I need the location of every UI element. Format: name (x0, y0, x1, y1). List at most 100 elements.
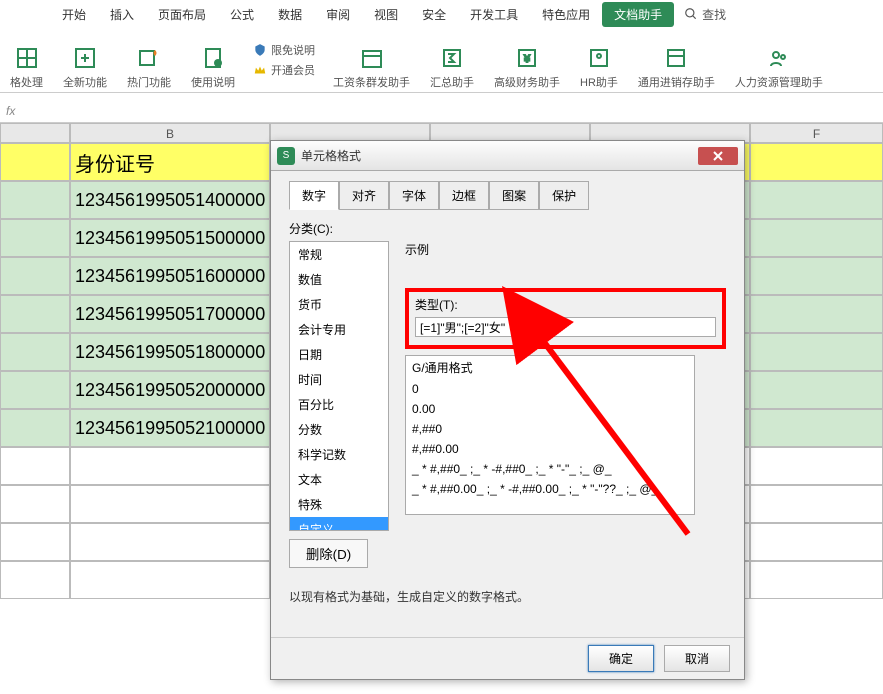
group-finance-assistant[interactable]: ¥ 高级财务助手 (484, 28, 570, 92)
group-salary-assistant[interactable]: 工资条群发助手 (323, 28, 420, 92)
empty-cell[interactable] (70, 561, 270, 599)
row-header[interactable] (0, 485, 70, 523)
data-cell[interactable] (750, 219, 883, 257)
row-header[interactable] (0, 295, 70, 333)
delete-button[interactable]: 删除(D) (289, 539, 368, 568)
col-header-B[interactable]: B (70, 123, 270, 143)
row-header[interactable] (0, 447, 70, 485)
category-item[interactable]: 自定义 (290, 517, 388, 531)
category-list[interactable]: 常规数值货币会计专用日期时间百分比分数科学记数文本特殊自定义 (289, 241, 389, 531)
data-cell[interactable] (750, 409, 883, 447)
category-item[interactable]: 时间 (290, 367, 388, 392)
open-member-button[interactable]: 开通会员 (253, 62, 315, 78)
group-hotfeature[interactable]: 热门功能 (117, 28, 181, 92)
data-cell[interactable]: 1234561995051400000 (70, 181, 270, 219)
empty-cell[interactable] (70, 485, 270, 523)
header-cell[interactable] (750, 143, 883, 181)
category-item[interactable]: 科学记数 (290, 442, 388, 467)
category-item[interactable]: 分数 (290, 417, 388, 442)
limit-free-button[interactable]: 限免说明 (253, 42, 315, 58)
tab-border[interactable]: 边框 (439, 181, 489, 210)
category-item[interactable]: 特殊 (290, 492, 388, 517)
category-item[interactable]: 文本 (290, 467, 388, 492)
tab-pattern[interactable]: 图案 (489, 181, 539, 210)
format-item[interactable]: 0 (406, 379, 694, 399)
category-item[interactable]: 百分比 (290, 392, 388, 417)
row-header[interactable] (0, 561, 70, 599)
format-item[interactable]: _ * #,##0.00_ ;_ * -#,##0.00_ ;_ * "-"??… (406, 479, 694, 499)
tab-align[interactable]: 对齐 (339, 181, 389, 210)
tab-devtools[interactable]: 开发工具 (458, 2, 530, 27)
tab-review[interactable]: 审阅 (314, 2, 362, 27)
formula-input[interactable] (21, 99, 883, 122)
empty-cell[interactable] (750, 523, 883, 561)
empty-cell[interactable] (70, 523, 270, 561)
data-cell[interactable]: 1234561995052000000 (70, 371, 270, 409)
group-newfeature[interactable]: 全新功能 (53, 28, 117, 92)
col-header-F[interactable]: F (750, 123, 883, 143)
cell-format-dialog: S 单元格格式 数字 对齐 字体 边框 图案 保护 分类(C): 常规数值货币会… (270, 140, 745, 680)
empty-cell[interactable] (750, 447, 883, 485)
cancel-button[interactable]: 取消 (664, 645, 730, 672)
empty-cell[interactable] (750, 485, 883, 523)
category-item[interactable]: 常规 (290, 242, 388, 267)
empty-cell[interactable] (750, 561, 883, 599)
tab-security[interactable]: 安全 (410, 2, 458, 27)
group-summary-assistant[interactable]: 汇总助手 (420, 28, 484, 92)
data-cell[interactable]: 1234561995052100000 (70, 409, 270, 447)
data-cell[interactable]: 1234561995051600000 (70, 257, 270, 295)
dialog-footer: 确定 取消 (271, 637, 744, 679)
empty-cell[interactable] (70, 447, 270, 485)
ok-button[interactable]: 确定 (588, 645, 654, 672)
category-item[interactable]: 货币 (290, 292, 388, 317)
header-cell-id[interactable]: 身份证号 (70, 143, 270, 181)
tab-insert[interactable]: 插入 (98, 2, 146, 27)
data-cell[interactable] (750, 371, 883, 409)
tab-special[interactable]: 特色应用 (530, 2, 602, 27)
tab-number[interactable]: 数字 (289, 181, 339, 210)
tab-layout[interactable]: 页面布局 (146, 2, 218, 27)
format-item[interactable]: G/通用格式 (406, 356, 694, 379)
data-cell[interactable] (750, 181, 883, 219)
group-cellprocess[interactable]: 格处理 (0, 28, 53, 92)
data-cell[interactable] (750, 333, 883, 371)
row-header[interactable] (0, 523, 70, 561)
money-icon: ¥ (513, 44, 541, 72)
data-cell[interactable] (750, 295, 883, 333)
tab-dochelper[interactable]: 文档助手 (602, 2, 674, 27)
row-header[interactable] (0, 219, 70, 257)
data-cell[interactable]: 1234561995051500000 (70, 219, 270, 257)
format-list[interactable]: G/通用格式00.00#,##0#,##0.00_ * #,##0_ ;_ * … (405, 355, 695, 515)
data-cell[interactable]: 1234561995051800000 (70, 333, 270, 371)
tab-view[interactable]: 视图 (362, 2, 410, 27)
row-header[interactable] (0, 143, 70, 181)
category-item[interactable]: 数值 (290, 267, 388, 292)
data-cell[interactable]: 1234561995051700000 (70, 295, 270, 333)
group-instructions[interactable]: ? 使用说明 (181, 28, 245, 92)
group-hr-assistant[interactable]: HR助手 (570, 28, 628, 92)
category-item[interactable]: 会计专用 (290, 317, 388, 342)
row-header[interactable] (0, 333, 70, 371)
format-item[interactable]: 0.00 (406, 399, 694, 419)
row-header[interactable] (0, 257, 70, 295)
format-item[interactable]: #,##0 (406, 419, 694, 439)
tab-font[interactable]: 字体 (389, 181, 439, 210)
data-cell[interactable] (750, 257, 883, 295)
type-input[interactable] (415, 317, 716, 337)
ribbon-content: 格处理 全新功能 热门功能 ? 使用说明 限免说明 开通会员 工资条群发助手 汇… (0, 28, 883, 93)
tab-start[interactable]: 开始 (50, 2, 98, 27)
tab-protect[interactable]: 保护 (539, 181, 589, 210)
format-item[interactable]: _ * #,##0_ ;_ * -#,##0_ ;_ * "-"_ ;_ @_ (406, 459, 694, 479)
close-button[interactable] (698, 147, 738, 165)
tab-formula[interactable]: 公式 (218, 2, 266, 27)
row-header[interactable] (0, 409, 70, 447)
format-item[interactable]: #,##0.00 (406, 439, 694, 459)
row-header[interactable] (0, 371, 70, 409)
group-inventory-assistant[interactable]: 通用进销存助手 (628, 28, 725, 92)
row-header[interactable] (0, 181, 70, 219)
tab-data[interactable]: 数据 (266, 2, 314, 27)
search-button[interactable]: 查找 (684, 6, 726, 23)
col-header-blank[interactable] (0, 123, 70, 143)
group-hrm-assistant[interactable]: 人力资源管理助手 (725, 28, 833, 92)
category-item[interactable]: 日期 (290, 342, 388, 367)
